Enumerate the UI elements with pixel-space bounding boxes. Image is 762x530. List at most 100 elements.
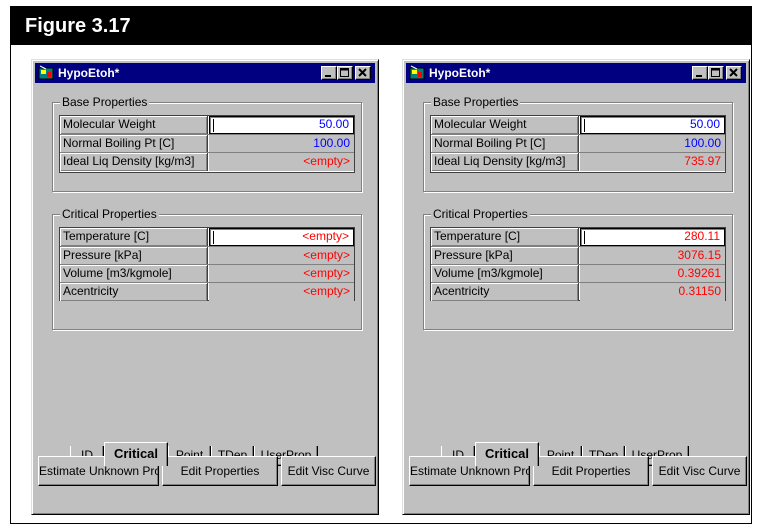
property-value: <empty>	[302, 229, 349, 243]
property-value-cell[interactable]: 3076.15	[580, 247, 725, 265]
base-properties-label: Base Properties	[431, 95, 521, 109]
property-row: Acentricity <empty>	[60, 282, 354, 301]
tab-critical[interactable]: Critical	[475, 442, 539, 466]
property-value-cell[interactable]: 50.00	[580, 116, 725, 134]
edit-visc-curve-button[interactable]: Edit Visc Curve	[281, 456, 376, 486]
tab-critical[interactable]: Critical	[104, 442, 168, 466]
close-button[interactable]	[726, 66, 742, 80]
property-value: <empty>	[303, 154, 350, 168]
edit-caret	[213, 231, 214, 244]
base-properties-label: Base Properties	[60, 95, 150, 109]
property-window-after: HypoEtoh* Base Properties Molecular Weig…	[402, 59, 750, 515]
property-value: <empty>	[303, 266, 350, 280]
close-icon	[358, 68, 367, 77]
property-label: Ideal Liq Density [kg/m3]	[431, 153, 579, 171]
minimize-icon	[325, 75, 331, 77]
window-title: HypoEtoh*	[58, 66, 120, 80]
close-button[interactable]	[355, 66, 371, 80]
hypo-component-icon[interactable]	[38, 65, 54, 81]
edit-caret	[584, 119, 585, 132]
property-label: Acentricity	[60, 283, 208, 301]
minimize-icon	[696, 75, 702, 77]
maximize-icon	[711, 68, 720, 77]
property-label: Volume [m3/kgmole]	[60, 265, 208, 283]
edit-caret	[213, 119, 214, 132]
property-value: 735.97	[684, 154, 721, 168]
property-value-cell[interactable]: <empty>	[209, 228, 354, 246]
property-label: Temperature [C]	[60, 228, 208, 246]
property-value-cell[interactable]: <empty>	[209, 247, 354, 265]
edit-properties-button[interactable]: Edit Properties	[162, 456, 278, 486]
property-value-cell[interactable]: <empty>	[209, 265, 354, 283]
property-row: Pressure [kPa] 3076.15	[431, 246, 725, 265]
maximize-button[interactable]	[337, 66, 353, 80]
maximize-button[interactable]	[708, 66, 724, 80]
property-value: 50.00	[689, 117, 720, 131]
property-label: Normal Boiling Pt [C]	[431, 135, 579, 153]
property-value: 100.00	[313, 136, 350, 150]
edit-caret	[584, 231, 585, 244]
property-row: Normal Boiling Pt [C] 100.00	[60, 134, 354, 153]
property-value: 280.11	[684, 229, 720, 243]
property-value-cell[interactable]: 280.11	[580, 228, 725, 246]
base-properties-group: Base Properties Molecular Weight 50.00 Nor…	[423, 95, 733, 192]
property-label: Ideal Liq Density [kg/m3]	[60, 153, 208, 171]
property-row: Molecular Weight 50.00	[60, 116, 354, 134]
property-value-cell[interactable]: 100.00	[209, 135, 354, 153]
property-label: Acentricity	[431, 283, 579, 301]
property-row: Ideal Liq Density [kg/m3] <empty>	[60, 152, 354, 171]
critical-properties-group: Critical Properties Temperature [C] <empt…	[52, 207, 362, 330]
property-value: <empty>	[303, 284, 350, 298]
maximize-icon	[340, 68, 349, 77]
property-value-cell[interactable]: 0.39261	[580, 265, 725, 283]
hypo-component-icon[interactable]	[409, 65, 425, 81]
critical-properties-label: Critical Properties	[431, 207, 530, 221]
critical-properties-grid: Temperature [C] 280.11 Pressure [kPa] 3076.…	[430, 227, 726, 301]
property-value-cell[interactable]: 0.31150	[580, 283, 725, 301]
property-row: Acentricity 0.31150	[431, 282, 725, 301]
base-properties-grid: Molecular Weight 50.00 Normal Boiling Pt […	[430, 115, 726, 173]
property-label: Temperature [C]	[431, 228, 579, 246]
edit-visc-curve-button[interactable]: Edit Visc Curve	[652, 456, 747, 486]
base-properties-grid: Molecular Weight 50.00 Normal Boiling Pt […	[59, 115, 355, 173]
property-row: Temperature [C] 280.11	[431, 228, 725, 246]
property-row: Volume [m3/kgmole] 0.39261	[431, 264, 725, 283]
critical-properties-grid: Temperature [C] <empty> Pressure [kPa] <emp…	[59, 227, 355, 301]
property-row: Molecular Weight 50.00	[431, 116, 725, 134]
close-icon	[729, 68, 738, 77]
window-title: HypoEtoh*	[429, 66, 491, 80]
property-value: 100.00	[684, 136, 721, 150]
property-label: Molecular Weight	[60, 116, 208, 134]
base-properties-group: Base Properties Molecular Weight 50.00 Nor…	[52, 95, 362, 192]
property-value-cell[interactable]: 50.00	[209, 116, 354, 134]
property-label: Pressure [kPa]	[60, 247, 208, 265]
figure-header: Figure 3.17	[11, 7, 751, 45]
property-value: 50.00	[318, 117, 349, 131]
property-value: 0.31150	[678, 284, 722, 298]
figure-title: Figure 3.17	[25, 15, 131, 37]
property-value: 0.39261	[677, 266, 721, 280]
property-value-cell[interactable]: 100.00	[580, 135, 725, 153]
property-label: Normal Boiling Pt [C]	[60, 135, 208, 153]
minimize-button[interactable]	[321, 66, 337, 80]
critical-properties-label: Critical Properties	[60, 207, 159, 221]
property-label: Molecular Weight	[431, 116, 579, 134]
property-value: <empty>	[303, 248, 350, 262]
property-value-cell[interactable]: <empty>	[209, 283, 354, 301]
property-row: Ideal Liq Density [kg/m3] 735.97	[431, 152, 725, 171]
edit-properties-button[interactable]: Edit Properties	[533, 456, 649, 486]
property-label: Volume [m3/kgmole]	[431, 265, 579, 283]
critical-properties-group: Critical Properties Temperature [C] 280.1…	[423, 207, 733, 330]
property-window-before: HypoEtoh* Base Properties Molecular Weig…	[31, 59, 379, 515]
property-value-cell[interactable]: 735.97	[580, 153, 725, 171]
property-row: Normal Boiling Pt [C] 100.00	[431, 134, 725, 153]
property-row: Temperature [C] <empty>	[60, 228, 354, 246]
minimize-button[interactable]	[692, 66, 708, 80]
property-row: Pressure [kPa] <empty>	[60, 246, 354, 265]
property-label: Pressure [kPa]	[431, 247, 579, 265]
property-row: Volume [m3/kgmole] <empty>	[60, 264, 354, 283]
property-value-cell[interactable]: <empty>	[209, 153, 354, 171]
property-value: 3076.15	[677, 248, 721, 262]
title-bar[interactable]: HypoEtoh*	[35, 63, 375, 83]
title-bar[interactable]: HypoEtoh*	[406, 63, 746, 83]
